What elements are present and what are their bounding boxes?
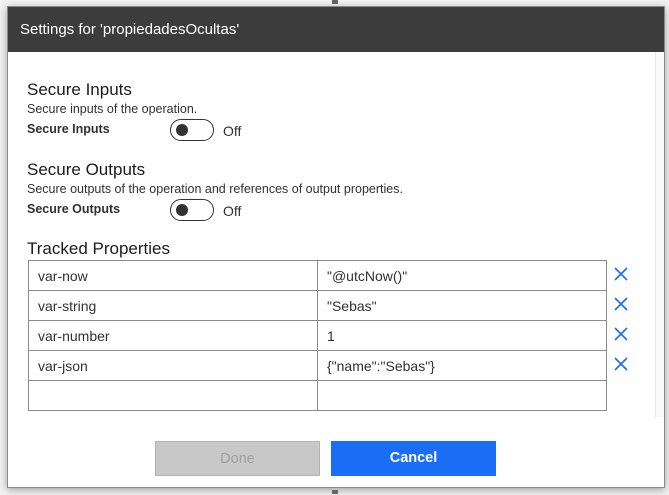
tracked-properties-title: Tracked Properties	[27, 239, 170, 258]
cancel-button[interactable]: Cancel	[331, 441, 496, 476]
property-value-input[interactable]: "Sebas"	[317, 290, 607, 321]
secure-outputs-state: Off	[223, 203, 242, 219]
property-key-input[interactable]: var-json	[28, 350, 318, 381]
toggle-knob	[176, 124, 188, 136]
secure-inputs-state: Off	[223, 123, 242, 139]
new-property-value-input[interactable]	[317, 380, 607, 411]
property-key-input[interactable]: var-now	[28, 260, 318, 291]
secure-inputs-title: Secure Inputs	[27, 80, 132, 99]
remove-row-icon[interactable]	[613, 296, 629, 312]
secure-inputs-toggle[interactable]	[170, 119, 214, 141]
property-key-input[interactable]: var-number	[28, 320, 318, 351]
done-button[interactable]: Done	[155, 441, 320, 476]
property-row: var-number 1	[28, 320, 664, 351]
property-value-input[interactable]: {"name":"Sebas"}	[317, 350, 607, 381]
vertical-scrollbar[interactable]	[655, 52, 664, 417]
toggle-knob	[176, 204, 188, 216]
remove-row-icon[interactable]	[613, 356, 629, 372]
property-row: var-json {"name":"Sebas"}	[28, 350, 664, 381]
secure-inputs-description: Secure inputs of the operation.	[27, 102, 198, 116]
secure-outputs-title: Secure Outputs	[27, 160, 146, 179]
remove-row-icon[interactable]	[613, 326, 629, 342]
settings-content: Secure Inputs Secure inputs of the opera…	[8, 52, 664, 417]
property-value-input[interactable]: "@utcNow()"	[317, 260, 607, 291]
secure-outputs-label: Secure Outputs	[27, 202, 121, 216]
secure-outputs-description: Secure outputs of the operation and refe…	[27, 182, 403, 196]
connector-notch-top	[332, 0, 338, 4]
property-row-new	[28, 380, 664, 411]
dialog-header: Settings for 'propiedadesOcultas'	[8, 7, 664, 52]
new-property-key-input[interactable]	[28, 380, 318, 411]
property-value-input[interactable]: 1	[317, 320, 607, 351]
dialog-title: Settings for 'propiedadesOcultas'	[20, 21, 240, 38]
connector-notch-bottom	[332, 490, 338, 494]
secure-inputs-label: Secure Inputs	[27, 122, 110, 136]
settings-dialog: Settings for 'propiedadesOcultas' Secure…	[7, 6, 665, 488]
property-row: var-string "Sebas"	[28, 290, 664, 321]
property-row: var-now "@utcNow()"	[28, 260, 664, 291]
remove-row-icon[interactable]	[613, 266, 629, 282]
secure-outputs-toggle[interactable]	[170, 199, 214, 221]
property-key-input[interactable]: var-string	[28, 290, 318, 321]
